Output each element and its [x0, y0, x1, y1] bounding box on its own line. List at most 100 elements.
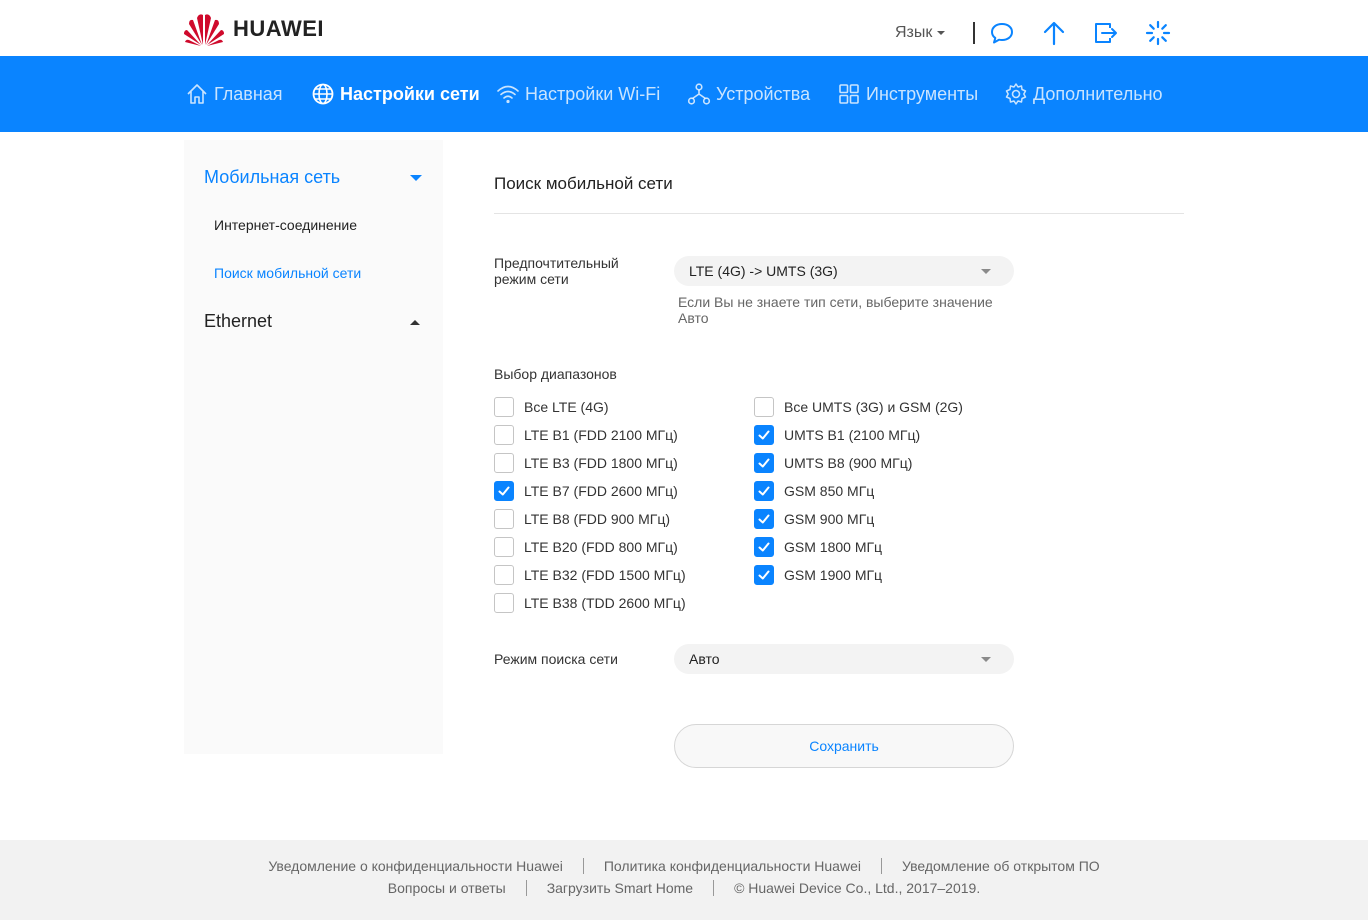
checkbox[interactable] — [494, 509, 514, 529]
checkbox[interactable] — [494, 565, 514, 585]
checkbox-gsm-1800[interactable]: GSM 1800 МГц — [754, 537, 882, 557]
checkbox-lte-b20[interactable]: LTE B20 (FDD 800 МГц) — [494, 537, 678, 557]
language-label: Язык — [895, 24, 933, 41]
sidebar-group-label: Ethernet — [204, 311, 273, 331]
footer-link-smart-home[interactable]: Загрузить Smart Home — [547, 880, 693, 896]
devices-icon — [687, 83, 711, 105]
checkbox-umts-b1[interactable]: UMTS B1 (2100 МГц) — [754, 425, 920, 445]
chat-bubble-icon[interactable] — [989, 20, 1015, 46]
tools-icon — [839, 84, 859, 104]
sidebar-group-mobile-network[interactable]: Мобильная сеть — [204, 167, 340, 188]
nav-home[interactable]: Главная — [185, 56, 283, 132]
nav-advanced[interactable]: Дополнительно — [1004, 56, 1163, 132]
sidebar-item-internet-connection[interactable]: Интернет-соединение — [214, 217, 357, 233]
checkbox-label: LTE B20 (FDD 800 МГц) — [524, 539, 678, 555]
nav-devices[interactable]: Устройства — [687, 56, 810, 132]
checkbox[interactable] — [754, 397, 774, 417]
divider — [525, 880, 527, 896]
loading-spinner-icon — [1145, 20, 1171, 46]
footer-row: Вопросы и ответы Загрузить Smart Home © … — [0, 880, 1368, 896]
huawei-flower-icon — [184, 14, 224, 46]
footer-link-open-source[interactable]: Уведомление об открытом ПО — [902, 858, 1100, 874]
checkbox-checked[interactable] — [754, 425, 774, 445]
checkbox-umts-b8[interactable]: UMTS B8 (900 МГц) — [754, 453, 912, 473]
checkbox-all-lte[interactable]: Все LTE (4G) — [494, 397, 609, 417]
main-nav: Главная Настройки сети Настройки Wi-Fi У… — [0, 56, 1368, 132]
checkbox-label: LTE B7 (FDD 2600 МГц) — [524, 483, 678, 499]
checkbox[interactable] — [494, 453, 514, 473]
checkmark-icon — [758, 514, 770, 524]
caret-down-icon[interactable] — [410, 175, 422, 181]
footer-link-faq[interactable]: Вопросы и ответы — [388, 880, 506, 896]
search-mode-select[interactable]: Авто — [674, 644, 1014, 674]
upload-arrow-icon[interactable] — [1041, 20, 1067, 46]
checkbox-label: LTE B38 (TDD 2600 МГц) — [524, 595, 686, 611]
checkbox-lte-b1[interactable]: LTE B1 (FDD 2100 МГц) — [494, 425, 678, 445]
nav-wifi-settings[interactable]: Настройки Wi-Fi — [496, 56, 660, 132]
checkbox-label: LTE B8 (FDD 900 МГц) — [524, 511, 671, 527]
caret-up-icon[interactable] — [410, 320, 420, 325]
language-selector[interactable]: Язык — [895, 24, 946, 42]
caret-down-icon — [981, 657, 991, 662]
gear-icon — [1005, 83, 1027, 105]
checkbox-checked[interactable] — [754, 481, 774, 501]
checkbox[interactable] — [494, 593, 514, 613]
checkbox-lte-b32[interactable]: LTE B32 (FDD 1500 МГц) — [494, 565, 686, 585]
checkbox-lte-b7[interactable]: LTE B7 (FDD 2600 МГц) — [494, 481, 678, 501]
preferred-mode-hint: Если Вы не знаете тип сети, выберите зна… — [678, 294, 993, 326]
nav-tools[interactable]: Инструменты — [837, 56, 978, 132]
top-bar: HUAWEI Язык — [0, 0, 1368, 56]
footer-link-privacy-policy[interactable]: Политика конфиденциальности Huawei — [604, 858, 861, 874]
checkbox-gsm-1900[interactable]: GSM 1900 МГц — [754, 565, 882, 585]
checkbox-checked[interactable] — [494, 481, 514, 501]
checkbox-gsm-850[interactable]: GSM 850 МГц — [754, 481, 874, 501]
divider — [713, 880, 715, 896]
checkmark-icon — [758, 458, 770, 468]
select-value: LTE (4G) -> UMTS (3G) — [689, 263, 838, 279]
logout-icon[interactable] — [1093, 20, 1119, 46]
title-divider — [494, 213, 1184, 214]
checkbox-label: UMTS B1 (2100 МГц) — [784, 427, 921, 443]
divider — [880, 858, 882, 874]
preferred-mode-select[interactable]: LTE (4G) -> UMTS (3G) — [674, 256, 1014, 286]
checkbox-label: GSM 850 МГц — [784, 483, 875, 499]
band-selection-label: Выбор диапазонов — [494, 366, 617, 382]
preferred-mode-label: Предпочтительный режим сети — [494, 255, 619, 287]
checkbox-checked[interactable] — [754, 509, 774, 529]
sidebar-group-ethernet[interactable]: Ethernet — [204, 311, 272, 332]
copyright-text: © Huawei Device Co., Ltd., 2017–2019. — [734, 880, 981, 896]
nav-network-settings[interactable]: Настройки сети — [311, 56, 480, 132]
checkbox-lte-b8[interactable]: LTE B8 (FDD 900 МГц) — [494, 509, 670, 529]
search-mode-label: Режим поиска сети — [494, 651, 618, 667]
checkbox-checked[interactable] — [754, 565, 774, 585]
nav-label: Главная — [214, 83, 283, 104]
checkbox-all-umts-gsm[interactable]: Все UMTS (3G) и GSM (2G) — [754, 397, 963, 417]
nav-label: Инструменты — [866, 83, 979, 104]
checkbox-label: Все LTE (4G) — [524, 399, 609, 415]
checkmark-icon — [758, 486, 770, 496]
nav-label: Настройки сети — [340, 83, 480, 104]
wifi-icon — [497, 85, 519, 104]
checkbox-checked[interactable] — [754, 453, 774, 473]
sidebar-item-mobile-network-search[interactable]: Поиск мобильной сети — [214, 265, 361, 281]
checkbox-gsm-900[interactable]: GSM 900 МГц — [754, 509, 874, 529]
checkbox[interactable] — [494, 425, 514, 445]
checkbox-lte-b3[interactable]: LTE B3 (FDD 1800 МГц) — [494, 453, 678, 473]
checkbox-label: Все UMTS (3G) и GSM (2G) — [784, 399, 963, 415]
nav-label: Настройки Wi-Fi — [525, 83, 661, 104]
checkbox-lte-b38[interactable]: LTE B38 (TDD 2600 МГц) — [494, 593, 686, 613]
checkbox-label: UMTS B8 (900 МГц) — [784, 455, 913, 471]
home-icon — [187, 84, 207, 104]
huawei-logo[interactable]: HUAWEI — [183, 12, 324, 46]
divider — [973, 22, 975, 44]
checkbox[interactable] — [494, 537, 514, 557]
select-value: Авто — [689, 651, 720, 667]
footer-link-privacy-notice[interactable]: Уведомление о конфиденциальности Huawei — [268, 858, 563, 874]
brand-name: HUAWEI — [233, 16, 324, 41]
caret-down-icon — [981, 269, 991, 274]
footer-row: Уведомление о конфиденциальности Huawei … — [0, 858, 1368, 874]
checkbox-checked[interactable] — [754, 537, 774, 557]
save-button[interactable]: Сохранить — [674, 724, 1014, 768]
sidebar: Мобильная сеть Интернет-соединение Поиск… — [184, 140, 443, 754]
checkbox[interactable] — [494, 397, 514, 417]
